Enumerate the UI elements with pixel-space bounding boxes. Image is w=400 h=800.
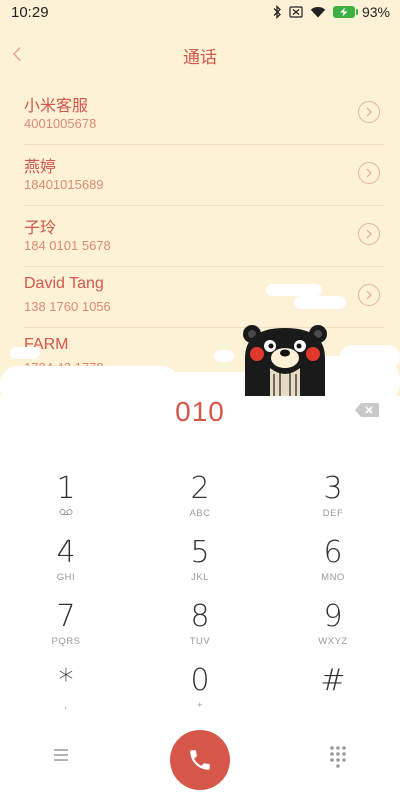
status-time: 10:29 [11,4,49,21]
voicemail-icon [11,508,121,520]
key-1[interactable]: 1 [11,472,121,532]
contact-detail-button[interactable] [358,162,380,184]
page-title: 通话 [183,48,217,68]
contact-name: 子玲 [24,220,57,237]
key-9[interactable]: 9 WXYZ [278,600,388,660]
dialpad-toggle-button[interactable] [328,744,348,768]
contact-list: 小米客服 4001005678 燕婷 18401015689 子玲 184 01… [0,84,400,389]
chevron-right-icon [366,107,372,117]
contact-name: 燕婷 [24,159,57,176]
battery-charging-icon [332,6,358,18]
key-3[interactable]: 3 DEF [278,472,388,532]
bluetooth-icon [273,5,282,19]
key-8[interactable]: 8 TUV [145,600,255,660]
contact-number: 138 1760 1056 [24,299,111,314]
contact-row[interactable]: 燕婷 18401015689 [24,145,384,206]
cloud-decoration [266,284,322,296]
dialed-number: 010 [175,396,225,427]
contact-detail-button[interactable] [358,223,380,245]
phone-icon [190,750,210,770]
key-2[interactable]: 2 ABC [145,472,255,532]
key-star[interactable]: * , [11,664,121,724]
contact-number: 184 0101 5678 [24,238,111,253]
call-button[interactable] [170,730,230,790]
cloud-decoration [10,347,40,359]
dialpad-icon [330,746,346,768]
header: 通话 [0,36,400,72]
key-5[interactable]: 5 JKL [145,536,255,596]
contact-detail-button[interactable] [358,284,380,306]
cloud-decoration [294,296,346,309]
key-4[interactable]: 4 GHI [11,536,121,596]
chevron-right-icon [366,290,372,300]
menu-button[interactable] [50,746,72,764]
contact-row[interactable]: 子玲 184 0101 5678 [24,206,384,267]
sim-blocked-icon [289,6,303,18]
contact-detail-button[interactable] [358,101,380,123]
chevron-right-icon [366,168,372,178]
wifi-icon [310,6,326,18]
backspace-button[interactable] [354,402,380,418]
status-bar: 10:29 93% [0,0,400,26]
cloud-decoration [340,345,400,369]
battery-percent: 93% [361,4,390,20]
contact-number: 4001005678 [24,116,97,131]
cloud-decoration [214,350,234,362]
contact-row[interactable]: 小米客服 4001005678 [24,84,384,145]
key-6[interactable]: 6 MNO [278,536,388,596]
key-7[interactable]: 7 PQRS [11,600,121,660]
backspace-icon [355,403,379,417]
dial-display: 010 [0,396,400,436]
menu-icon [54,749,68,761]
key-hash[interactable]: # [278,664,388,724]
key-0[interactable]: 0 + [145,664,255,724]
status-icons: 93% [273,4,390,20]
contact-name: David Tang [24,275,104,292]
contact-suggestions-panel: 10:29 93% 通话 小米客服 4001005678 燕婷 18401015… [0,0,400,396]
chevron-right-icon [366,229,372,239]
bottom-bar [0,730,400,794]
bear-mascot-illustration [243,325,327,396]
contact-name: 小米客服 [24,98,89,115]
contact-number: 18401015689 [24,177,104,192]
